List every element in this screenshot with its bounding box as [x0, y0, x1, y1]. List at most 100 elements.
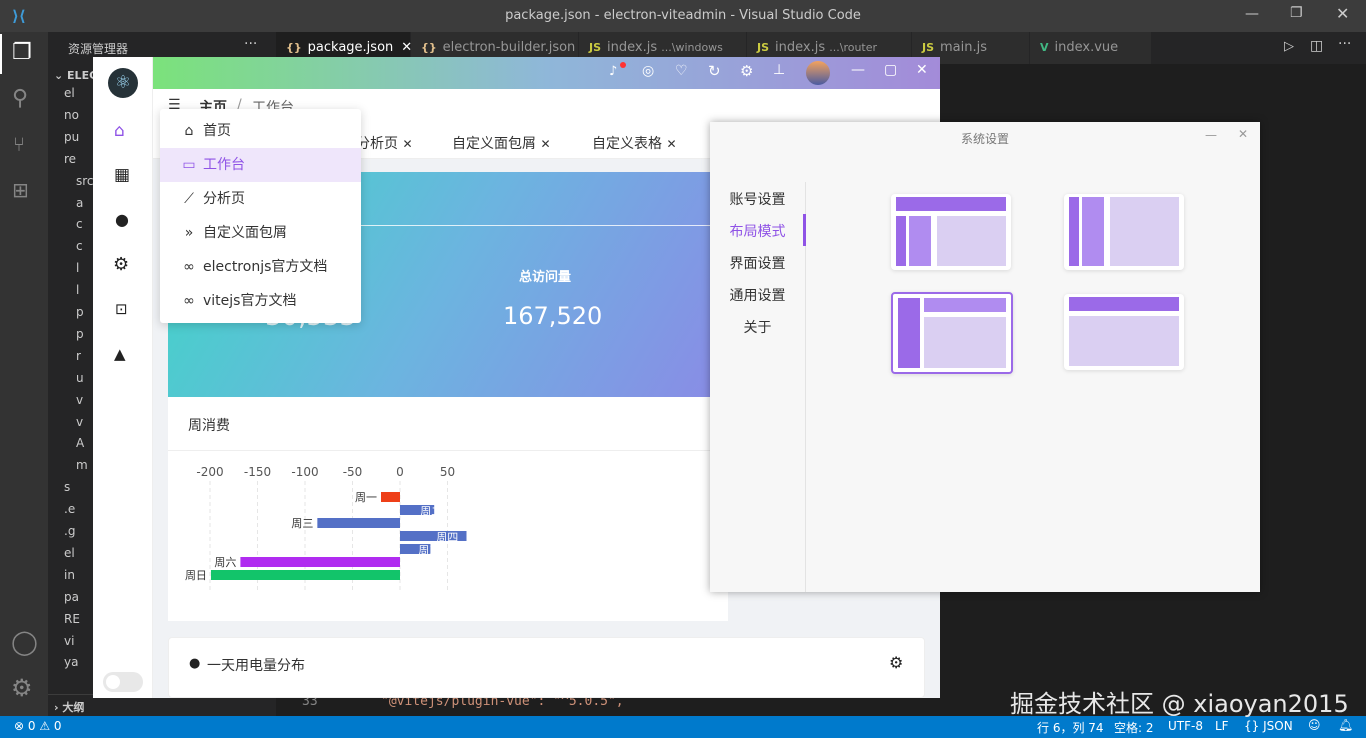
bar: [210, 570, 400, 580]
x-tick-label: 0: [396, 465, 404, 479]
tab-index-vue[interactable]: Vindex.vue: [1030, 32, 1152, 64]
eol[interactable]: LF: [1215, 719, 1229, 733]
workspace-root[interactable]: ⌄ ELEC: [54, 69, 97, 82]
explorer-item[interactable]: el: [64, 86, 75, 100]
explorer-item[interactable]: a: [76, 196, 83, 210]
card-settings-icon[interactable]: ⚙: [889, 653, 903, 672]
language-mode[interactable]: {} JSON: [1244, 719, 1293, 733]
menu-item-workbench[interactable]: ▭ 工作台: [160, 148, 361, 182]
explorer-item[interactable]: c: [76, 239, 83, 253]
pin-icon[interactable]: ⊥: [773, 62, 785, 78]
source-control-icon[interactable]: ⑂: [13, 132, 25, 156]
explorer-item[interactable]: v: [76, 393, 83, 407]
explorer-item[interactable]: vi: [64, 634, 74, 648]
x-tick-label: -150: [244, 465, 271, 479]
explorer-icon[interactable]: ❐: [12, 40, 32, 65]
close-tab-icon[interactable]: ✕: [540, 137, 550, 151]
theme-toggle[interactable]: [103, 672, 143, 692]
layout-option-top-side[interactable]: [891, 194, 1011, 270]
app-maximize-icon[interactable]: ▢: [884, 62, 897, 78]
app-titlebar: ♪ ◎ ♡ ↻ ⚙ ⊥ — ▢ ✕: [153, 57, 940, 89]
menu-item-label: 自定义面包屑: [203, 225, 287, 241]
bar-label: 周六: [214, 556, 236, 569]
minimize-icon[interactable]: —: [1245, 6, 1259, 22]
settings-menu-general[interactable]: 通用设置: [710, 285, 805, 305]
explorer-item[interactable]: u: [76, 371, 84, 385]
menu-item-custom-breadcrumb[interactable]: » 自定义面包屑: [160, 216, 361, 250]
explorer-item[interactable]: re: [64, 152, 76, 166]
dashboard-icon[interactable]: ▦: [114, 165, 130, 185]
explorer-item[interactable]: el: [64, 546, 75, 560]
warning-count: 0: [53, 719, 62, 733]
user-icon[interactable]: ●: [115, 210, 129, 229]
settings-icon[interactable]: ⚙: [113, 254, 129, 275]
app-settings-icon[interactable]: ⚙: [740, 62, 753, 80]
problems-indicator[interactable]: ⊗ 0 ⚠ 0: [14, 719, 62, 733]
settings-menu-account[interactable]: 账号设置: [710, 189, 805, 209]
extensions-icon[interactable]: ⊞: [12, 178, 29, 202]
cursor-position[interactable]: 行 6，列 74: [1037, 719, 1104, 736]
more-actions-icon[interactable]: ···: [244, 36, 257, 52]
avatar[interactable]: [806, 61, 830, 85]
search-icon[interactable]: ⚲: [12, 86, 28, 111]
explorer-item[interactable]: r: [76, 349, 81, 363]
layout-option-top[interactable]: [1064, 294, 1184, 370]
notifications-bell-icon[interactable]: 🔔︎: [1338, 718, 1353, 732]
explorer-item[interactable]: A: [76, 436, 84, 450]
layout-option-double-side[interactable]: [1064, 194, 1184, 270]
tab-custom-breadcrumb[interactable]: 自定义面包屑 ✕: [452, 133, 551, 153]
menu-item-vite-docs[interactable]: ∞ vitejs官方文档: [160, 284, 361, 318]
menu-item-home[interactable]: ⌂ 首页: [160, 114, 361, 148]
settings-gear-icon[interactable]: ⚙: [11, 674, 33, 702]
explorer-item[interactable]: v: [76, 415, 83, 429]
restore-icon[interactable]: ❐: [1290, 5, 1303, 21]
explorer-item[interactable]: RE: [64, 612, 80, 626]
run-icon[interactable]: ▷: [1284, 39, 1294, 54]
more-actions-icon[interactable]: ···: [1338, 36, 1351, 52]
account-icon[interactable]: ◯: [11, 628, 38, 656]
app-minimize-icon[interactable]: —: [851, 62, 865, 78]
app-close-icon[interactable]: ✕: [916, 62, 928, 78]
tab-analysis[interactable]: 分析页 ✕: [356, 133, 413, 153]
notification-bell-icon[interactable]: ♪: [609, 64, 617, 79]
explorer-item[interactable]: no: [64, 108, 79, 122]
explorer-item[interactable]: in: [64, 568, 75, 582]
close-tab-icon[interactable]: ✕: [402, 137, 412, 151]
explorer-item[interactable]: p: [76, 327, 84, 341]
explorer-item[interactable]: s: [64, 480, 70, 494]
close-icon[interactable]: ✕: [1336, 4, 1349, 23]
tab-custom-table[interactable]: 自定义表格 ✕: [592, 133, 677, 153]
settings-menu-layout[interactable]: 布局模式: [710, 221, 805, 241]
explorer-item[interactable]: .g: [64, 524, 75, 538]
explorer-item[interactable]: m: [76, 458, 88, 472]
indentation[interactable]: 空格: 2: [1114, 719, 1154, 736]
split-editor-icon[interactable]: ◫: [1310, 38, 1323, 54]
dialog-minimize-icon[interactable]: —: [1205, 128, 1217, 142]
explorer-item[interactable]: ya: [64, 655, 78, 669]
feedback-icon[interactable]: ☺: [1308, 718, 1321, 732]
lock-icon[interactable]: ⊡: [115, 300, 128, 318]
settings-menu-about[interactable]: 关于: [710, 317, 805, 337]
x-tick-label: -200: [196, 465, 223, 479]
close-tab-icon[interactable]: ✕: [666, 137, 676, 151]
encoding[interactable]: UTF-8: [1168, 719, 1203, 733]
explorer-item[interactable]: c: [76, 217, 83, 231]
explorer-item[interactable]: src: [76, 174, 94, 188]
home-icon[interactable]: ⌂: [114, 121, 125, 141]
weekly-spend-chart: -200 -150 -100 -50 0 50 周一周二周三周四周五周六周日: [185, 465, 467, 591]
explorer-item[interactable]: l: [76, 283, 79, 297]
warning-icon[interactable]: ▲: [114, 345, 126, 363]
menu-item-electron-docs[interactable]: ∞ electronjs官方文档: [160, 250, 361, 284]
explorer-item[interactable]: pa: [64, 590, 79, 604]
explorer-item[interactable]: l: [76, 261, 79, 275]
skin-icon[interactable]: ♡: [675, 63, 688, 79]
dialog-close-icon[interactable]: ✕: [1238, 127, 1248, 141]
refresh-icon[interactable]: ↻: [708, 62, 721, 80]
settings-menu-interface[interactable]: 界面设置: [710, 253, 805, 273]
layout-option-side-top[interactable]: [891, 292, 1013, 374]
globe-icon[interactable]: ◎: [642, 63, 654, 79]
explorer-item[interactable]: p: [76, 305, 84, 319]
explorer-item[interactable]: pu: [64, 130, 79, 144]
menu-item-analysis[interactable]: ⟋ 分析页: [160, 182, 361, 216]
explorer-item[interactable]: .e: [64, 502, 75, 516]
